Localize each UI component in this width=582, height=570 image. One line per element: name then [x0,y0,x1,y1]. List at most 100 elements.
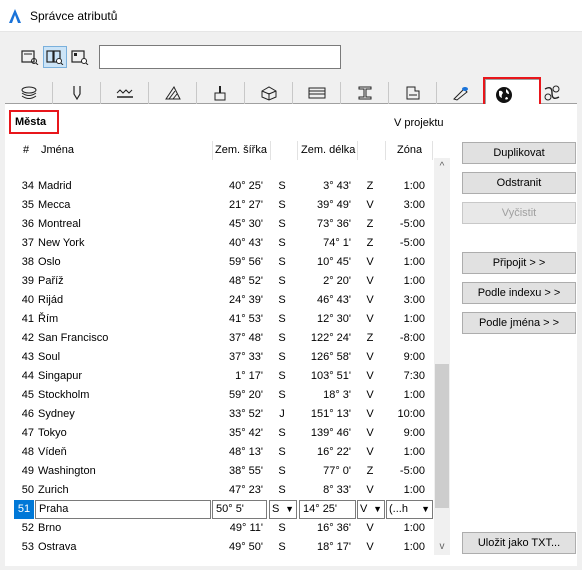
column-name[interactable]: Jména [41,144,74,156]
longitude: 12° 30' [316,313,351,325]
scroll-up-icon[interactable]: ^ [434,158,450,175]
table-row[interactable]: 37 New York 40° 43' S 74° 1' Z -5:00 [13,234,435,253]
latitude-direction: S [278,351,286,363]
zone-dropdown[interactable]: (...h ▼ [386,500,433,519]
table-row-editing[interactable]: 51 Praha 50° 5' S ▼ 14° 25' V ▼ (...h ▼ [13,500,435,519]
table-row[interactable]: 34 Madrid 40° 25' S 3° 43' Z 1:00 [13,177,435,196]
zone: 3:00 [403,199,425,211]
row-number: 40 [21,294,34,306]
city-name: Montreal [38,218,81,230]
latitude: 45° 30' [228,218,263,230]
table-row[interactable]: 43 Soul 37° 33' S 126° 58' V 9:00 [13,348,435,367]
row-number: 38 [21,256,34,268]
zone: 9:00 [403,351,425,363]
latitude-input[interactable]: 50° 5' [212,500,267,519]
table-row[interactable]: 36 Montreal 45° 30' S 73° 36' Z -5:00 [13,215,435,234]
by-index-button[interactable]: Podle indexu > > [462,282,576,304]
latitude: 37° 48' [228,332,263,344]
layers-icon [21,86,37,99]
detail-view-button[interactable] [68,46,92,68]
brush-icon [214,86,226,101]
latitude: 21° 27' [228,199,263,211]
table-row[interactable]: 42 San Francisco 37° 48' S 122° 24' Z -8:00 [13,329,435,348]
zone: 10:00 [397,408,425,420]
tab-line-types[interactable] [101,82,149,104]
zone: 1:00 [403,541,425,553]
mep-icon [544,85,560,101]
latitude-direction: S [278,237,286,249]
attach-button[interactable]: Připojit > > [462,252,576,274]
column-longitude[interactable]: Zem. délka [301,144,357,156]
tab-fills[interactable] [149,82,197,104]
row-number: 46 [21,408,34,420]
dialog-body: Města V projektu # Jména Zem. šířka Zem.… [0,32,582,570]
table-row[interactable]: 49 Washington 38° 55' S 77° 0' Z -5:00 [13,462,435,481]
tab-cities[interactable] [485,79,540,105]
globe-icon [496,87,512,103]
archicad-icon [9,9,21,23]
latitude: 37° 33' [228,351,263,363]
table-row[interactable]: 44 Singapur 1° 17' S 103° 51' V 7:30 [13,367,435,386]
column-latitude[interactable]: Zem. šířka [215,144,270,156]
table-row[interactable]: 50 Zurich 47° 23' S 8° 33' V 1:00 [13,481,435,500]
tab-profiles-hatch[interactable] [293,82,341,104]
list-view-button[interactable] [18,46,42,68]
tab-profiles[interactable] [341,82,389,104]
table-row[interactable]: 52 Brno 49° 11' S 16° 36' V 1:00 [13,519,435,538]
table-row[interactable]: 41 Řím 41° 53' S 12° 30' V 1:00 [13,310,435,329]
row-number: 50 [21,484,34,496]
longitude-direction: V [366,199,374,211]
table-row[interactable]: 53 Ostrava 49° 50' S 18° 17' V 1:00 [13,538,435,557]
table-row[interactable]: 39 Paříž 48° 52' S 2° 20' V 1:00 [13,272,435,291]
column-divider [357,141,358,160]
zone: -8:00 [399,332,425,344]
tab-composites[interactable] [245,82,293,104]
table-row[interactable]: 40 Rijád 24° 39' S 46° 43' V 3:00 [13,291,435,310]
tab-mep-systems[interactable] [540,82,576,104]
table-row[interactable]: 46 Sydney 33° 52' J 151° 13' V 10:00 [13,405,435,424]
longitude-input[interactable]: 14° 25' [299,500,356,519]
longitude: 122° 24' [310,332,351,344]
scroll-thumb[interactable] [435,364,449,508]
latitude: 49° 11' [229,522,263,534]
duplicate-button[interactable]: Duplikovat [462,142,576,164]
table-row[interactable]: 47 Tokyo 35° 42' S 139° 46' V 9:00 [13,424,435,443]
city-name-input[interactable]: Praha [35,500,211,519]
table-row[interactable]: 38 Oslo 59° 56' S 10° 45' V 1:00 [13,253,435,272]
latitude-direction-dropdown[interactable]: S ▼ [269,500,297,519]
city-name: Tokyo [38,427,67,439]
column-num[interactable]: # [23,144,29,156]
zone: -5:00 [399,237,425,249]
latitude: 41° 53' [228,313,263,325]
table-row[interactable]: 35 Mecca 21° 27' S 39° 49' V 3:00 [13,196,435,215]
column-zone[interactable]: Zóna [397,144,422,156]
tab-zone-categories[interactable] [389,82,437,104]
longitude-direction-dropdown[interactable]: V ▼ [357,500,385,519]
table-row[interactable]: 45 Stockholm 59° 20' S 18° 3' V 1:00 [13,386,435,405]
longitude-direction: V [366,427,374,439]
by-name-button[interactable]: Podle jména > > [462,312,576,334]
table-row[interactable]: 48 Vídeň 48° 13' S 16° 22' V 1:00 [13,443,435,462]
tab-layers[interactable] [5,82,53,104]
row-number: 41 [21,313,34,325]
tab-surfaces[interactable] [197,82,245,104]
search-input[interactable] [99,45,341,69]
latitude-direction-value: S [272,503,280,515]
city-name: Madrid [38,180,72,192]
longitude: 139° 46' [310,427,351,439]
tab-pens[interactable] [53,82,101,104]
table-scrollbar[interactable]: ^ v [434,158,450,555]
list-detail-view-button[interactable] [43,46,67,68]
list-detail-view-icon [46,50,64,65]
longitude: 3° 43' [323,180,351,192]
latitude-direction: S [278,484,286,496]
save-txt-button[interactable]: Uložit jako TXT... [462,532,576,554]
scroll-down-icon[interactable]: v [434,538,450,555]
zone: 3:00 [403,294,425,306]
remove-button[interactable]: Odstranit [462,172,576,194]
latitude: 59° 20' [228,389,263,401]
tab-materials[interactable] [437,82,485,104]
clean-button[interactable]: Vyčistit [462,202,576,224]
detail-view-icon [71,50,89,65]
longitude: 73° 36' [316,218,351,230]
